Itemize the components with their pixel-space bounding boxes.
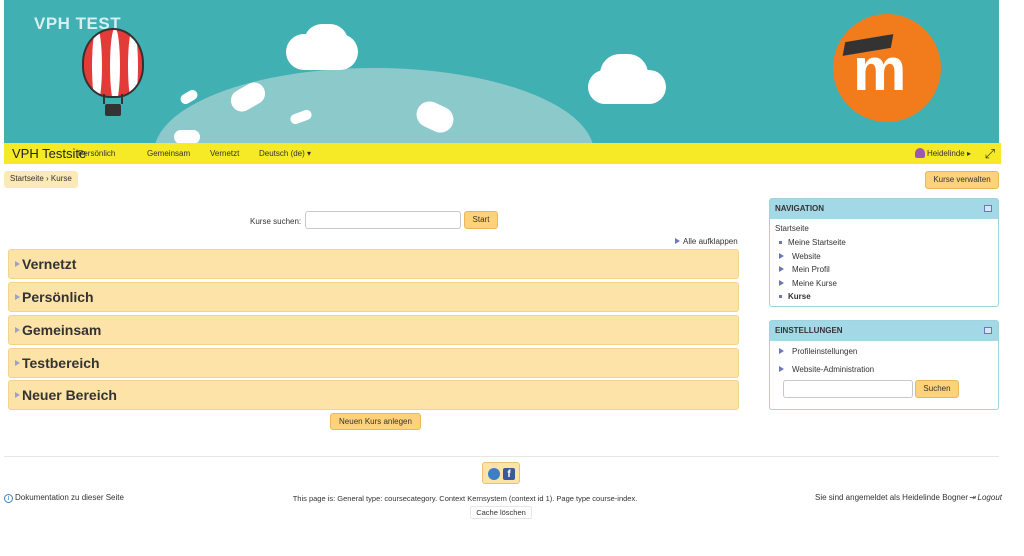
- expand-triangle-icon: [15, 392, 20, 398]
- bullet-icon: [779, 295, 782, 298]
- category-name[interactable]: Neuer Bereich: [22, 387, 117, 403]
- expand-triangle-icon: [15, 360, 20, 366]
- category-persoenlich[interactable]: Persönlich: [8, 282, 739, 312]
- expand-triangle-icon: [779, 280, 784, 286]
- course-search-button[interactable]: Start: [464, 211, 498, 229]
- nav-item-my-profile[interactable]: Mein Profil: [779, 265, 830, 274]
- user-icon: [914, 148, 925, 158]
- navigation-block: NAVIGATION Startseite Meine Startseite W…: [769, 198, 999, 307]
- language-menu[interactable]: Deutsch (de) ▾: [259, 149, 311, 158]
- hill-graphic: [154, 68, 594, 143]
- nav-item-website[interactable]: Website: [779, 252, 821, 261]
- globe-icon[interactable]: [488, 468, 500, 480]
- top-navbar: VPH Testsite Persönlich Gemeinsam Vernet…: [4, 143, 1001, 164]
- balloon-basket: [105, 104, 121, 116]
- expand-triangle-icon: [675, 238, 680, 244]
- settings-search-button[interactable]: Suchen: [915, 380, 959, 398]
- navigation-block-header: NAVIGATION: [770, 199, 998, 219]
- manage-courses-button[interactable]: Kurse verwalten: [925, 171, 999, 189]
- collapse-block-icon[interactable]: [984, 327, 992, 334]
- user-menu[interactable]: Heidelinde ▸: [914, 148, 971, 158]
- category-name[interactable]: Vernetzt: [22, 256, 76, 272]
- cloud-graphic: [304, 24, 348, 60]
- nav-item-my-home[interactable]: Meine Startseite: [779, 238, 846, 247]
- expand-triangle-icon: [779, 253, 784, 259]
- settings-item-profile[interactable]: Profileinstellungen: [779, 347, 857, 356]
- page-info-text: This page is: General type: coursecatego…: [292, 494, 638, 503]
- category-name[interactable]: Persönlich: [22, 289, 94, 305]
- purge-cache-link[interactable]: Cache löschen: [470, 506, 532, 519]
- add-course-button[interactable]: Neuen Kurs anlegen: [330, 413, 421, 430]
- logged-in-text: Sie sind angemeldet als Heidelinde Bogne…: [815, 493, 968, 502]
- social-links: f: [482, 462, 520, 484]
- fullscreen-expand-icon[interactable]: ⤢: [985, 146, 995, 162]
- settings-block-title: EINSTELLUNGEN: [775, 326, 843, 335]
- expand-triangle-icon: [15, 327, 20, 333]
- nav-root-startseite[interactable]: Startseite: [775, 224, 809, 233]
- settings-block-header: EINSTELLUNGEN: [770, 321, 998, 341]
- category-name[interactable]: Testbereich: [22, 355, 100, 371]
- category-gemeinsam[interactable]: Gemeinsam: [8, 315, 739, 345]
- category-vernetzt[interactable]: Vernetzt: [8, 249, 739, 279]
- header-banner: VPH TEST m: [4, 0, 999, 143]
- nav-item-my-courses[interactable]: Meine Kurse: [779, 279, 837, 288]
- balloon-ropes: [103, 94, 123, 104]
- breadcrumb[interactable]: Startseite › Kurse: [4, 171, 78, 188]
- logout-link[interactable]: ⇥ Logout: [969, 493, 1002, 502]
- nav-item-courses[interactable]: Kurse: [779, 292, 811, 301]
- category-neuer-bereich[interactable]: Neuer Bereich: [8, 380, 739, 410]
- collapse-block-icon[interactable]: [984, 205, 992, 212]
- expand-all-link[interactable]: Alle aufklappen: [675, 237, 738, 246]
- category-testbereich[interactable]: Testbereich: [8, 348, 739, 378]
- moodle-logo: m: [833, 14, 941, 122]
- info-icon: i: [4, 494, 13, 503]
- settings-item-site-admin[interactable]: Website-Administration: [779, 365, 874, 374]
- expand-triangle-icon: [15, 294, 20, 300]
- expand-triangle-icon: [15, 261, 20, 267]
- nav-item-shared[interactable]: Gemeinsam: [147, 149, 190, 158]
- footer-divider: [4, 456, 999, 457]
- expand-triangle-icon: [779, 366, 784, 372]
- navigation-block-title: NAVIGATION: [775, 204, 825, 213]
- user-name: Heidelinde ▸: [926, 149, 971, 158]
- course-search-input[interactable]: [305, 211, 461, 229]
- expand-triangle-icon: [779, 266, 784, 272]
- nav-item-personal[interactable]: Persönlich: [78, 149, 115, 158]
- site-brand-link[interactable]: VPH Testsite: [12, 146, 86, 161]
- settings-search-input[interactable]: [783, 380, 913, 398]
- cloud-graphic: [174, 130, 200, 143]
- hot-air-balloon-graphic: [82, 28, 144, 98]
- logout-icon: ⇥: [968, 493, 976, 502]
- course-search-label: Kurse suchen:: [250, 217, 302, 226]
- settings-block: EINSTELLUNGEN Profileinstellungen Websit…: [769, 320, 999, 410]
- documentation-link[interactable]: i Dokumentation zu dieser Seite: [4, 493, 124, 503]
- nav-item-networked[interactable]: Vernetzt: [210, 149, 239, 158]
- cloud-graphic: [600, 54, 648, 94]
- bullet-icon: [779, 241, 782, 244]
- facebook-icon[interactable]: f: [503, 468, 515, 480]
- expand-triangle-icon: [779, 348, 784, 354]
- category-name[interactable]: Gemeinsam: [22, 322, 101, 338]
